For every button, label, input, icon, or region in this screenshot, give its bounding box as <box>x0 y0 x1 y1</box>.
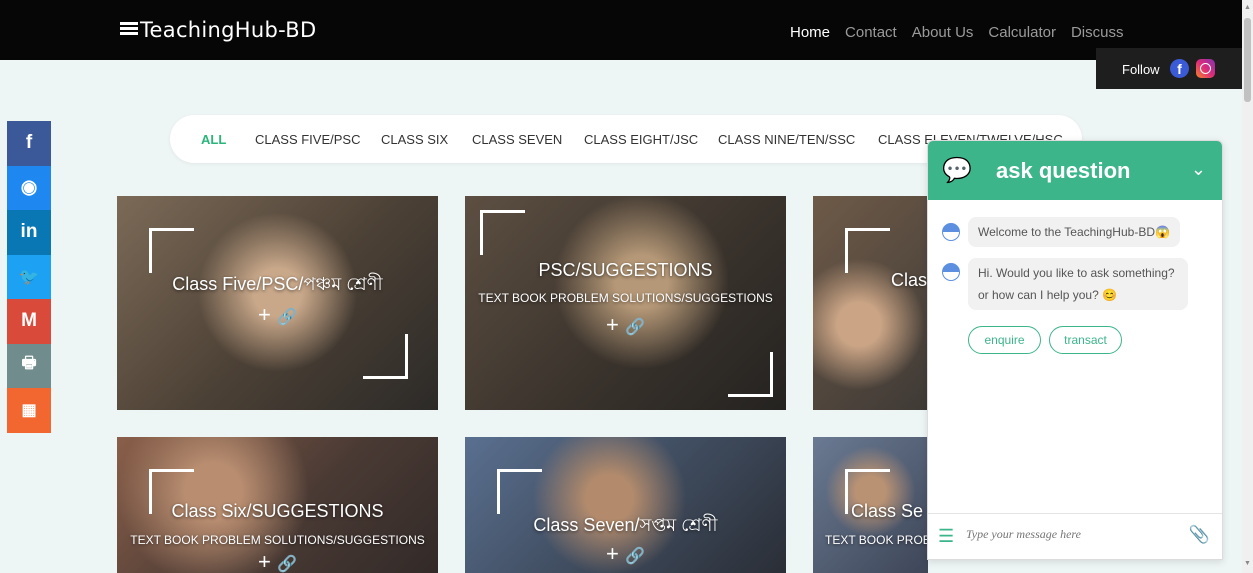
follow-box: Follow f <box>1096 48 1243 89</box>
qr-code-icon[interactable]: ▦ <box>7 388 51 433</box>
print-icon[interactable]: 🖶 <box>7 343 51 388</box>
card-actions: + 🔗 <box>117 302 438 328</box>
nav-contact[interactable]: Contact <box>845 24 897 41</box>
card-class-partial[interactable]: Clas <box>813 196 928 410</box>
top-navbar: TeachingHub-BD Home Contact About Us Cal… <box>0 0 1242 60</box>
scrollbar-thumb[interactable] <box>1244 18 1251 102</box>
link-icon[interactable]: 🔗 <box>277 309 297 326</box>
follow-label: Follow <box>1122 62 1160 77</box>
plus-icon[interactable]: + <box>258 302 271 327</box>
nav-calculator[interactable]: Calculator <box>988 24 1056 41</box>
filter-class-nine-ten-ssc[interactable]: CLASS NINE/TEN/SSC <box>718 132 855 147</box>
twitter-share-icon[interactable]: 🐦 <box>7 254 51 299</box>
plus-icon[interactable]: + <box>606 541 619 566</box>
plus-icon[interactable]: + <box>606 312 619 337</box>
card-title: Clas <box>891 270 928 290</box>
linkedin-share-icon[interactable]: in <box>7 210 51 255</box>
nav-about-us[interactable]: About Us <box>912 24 974 41</box>
card-frame-corner <box>480 210 525 255</box>
card-title: Class Seven/সপ্তম শ্রেণী <box>533 515 718 535</box>
logo-text: TeachingHub-BD <box>140 18 317 42</box>
enquire-button[interactable]: enquire <box>968 326 1041 354</box>
chat-message-input[interactable] <box>964 526 1188 543</box>
card-actions: + 🔗 <box>465 541 786 567</box>
card-title: Class Six/SUGGESTIONS <box>171 501 384 521</box>
link-icon[interactable]: 🔗 <box>277 556 297 573</box>
attachment-icon[interactable]: 📎 <box>1189 525 1210 545</box>
instagram-follow-icon[interactable] <box>1196 59 1215 78</box>
filter-class-seven[interactable]: CLASS SEVEN <box>472 132 562 147</box>
card-frame-corner <box>728 352 773 397</box>
card-frame-corner <box>845 228 890 273</box>
card-title: PSC/SUGGESTIONS <box>538 260 713 280</box>
link-icon[interactable]: 🔗 <box>625 548 645 565</box>
card-subtitle: TEXT BOOK PROBLEM SOLUTIONS/SUGGESTIONS <box>478 291 773 305</box>
card-class-five[interactable]: Class Five/PSC/পঞ্চম শ্রেণী + 🔗 <box>117 196 438 410</box>
logo-icon <box>120 22 138 36</box>
nav-home[interactable]: Home <box>790 24 830 41</box>
gmail-share-icon[interactable]: M <box>7 299 51 344</box>
chat-message: Welcome to the TeachingHub-BD😱 <box>968 217 1180 247</box>
nav-discuss[interactable]: Discuss <box>1071 24 1124 41</box>
main-nav: Home Contact About Us Calculator Discuss <box>790 24 1123 41</box>
card-subtitle: TEXT BOOK PROBLEM SOLUTIONS/SUGGESTIONS <box>130 533 425 547</box>
facebook-share-icon[interactable]: f <box>7 121 51 166</box>
chat-bubble-icon: 💬 <box>942 157 972 184</box>
scroll-up-arrow-icon[interactable]: ▲ <box>1244 4 1251 11</box>
chat-header[interactable]: 💬 ask question ⌄ <box>928 141 1222 200</box>
chat-input-bar: ☰ 📎 <box>928 513 1222 559</box>
card-frame-corner <box>363 334 408 379</box>
card-frame-corner <box>497 469 542 514</box>
card-title: Class Se <box>851 501 924 521</box>
filter-class-eight-jsc[interactable]: CLASS EIGHT/JSC <box>584 132 698 147</box>
menu-icon[interactable]: ☰ <box>938 526 954 547</box>
chevron-down-icon[interactable]: ⌄ <box>1191 159 1206 180</box>
transact-button[interactable]: transact <box>1049 326 1122 354</box>
social-share-sidebar: f ◉ in 🐦 M 🖶 ▦ <box>7 121 51 433</box>
card-class-partial-2[interactable]: Class Se TEXT BOOK PROB <box>813 437 928 573</box>
page-scrollbar[interactable]: ▲ ▼ <box>1242 0 1253 573</box>
filter-class-six[interactable]: CLASS SIX <box>381 132 448 147</box>
chat-widget: 💬 ask question ⌄ Welcome to the Teaching… <box>927 140 1223 560</box>
chat-title: ask question <box>996 158 1131 183</box>
bot-avatar-icon <box>942 263 960 281</box>
site-logo[interactable]: TeachingHub-BD <box>120 18 316 42</box>
filter-class-five-psc[interactable]: CLASS FIVE/PSC <box>255 132 360 147</box>
card-actions: + 🔗 <box>117 549 438 573</box>
scroll-down-arrow-icon[interactable]: ▼ <box>1244 560 1251 567</box>
messenger-share-icon[interactable]: ◉ <box>7 165 51 210</box>
plus-icon[interactable]: + <box>258 549 271 573</box>
card-actions: + 🔗 <box>465 312 786 338</box>
bot-avatar-icon <box>942 223 960 241</box>
card-subtitle: TEXT BOOK PROB <box>825 533 928 547</box>
card-class-seven[interactable]: Class Seven/সপ্তম শ্রেণী + 🔗 <box>465 437 786 573</box>
card-title: Class Five/PSC/পঞ্চম শ্রেণী <box>172 274 383 294</box>
chat-message: Hi. Would you like to ask something? or … <box>968 258 1188 310</box>
card-psc-suggestions[interactable]: PSC/SUGGESTIONS TEXT BOOK PROBLEM SOLUTI… <box>465 196 786 410</box>
card-class-six[interactable]: Class Six/SUGGESTIONS TEXT BOOK PROBLEM … <box>117 437 438 573</box>
card-frame-corner <box>149 228 194 273</box>
filter-all[interactable]: ALL <box>201 132 226 147</box>
link-icon[interactable]: 🔗 <box>625 319 645 336</box>
facebook-follow-icon[interactable]: f <box>1170 59 1189 78</box>
